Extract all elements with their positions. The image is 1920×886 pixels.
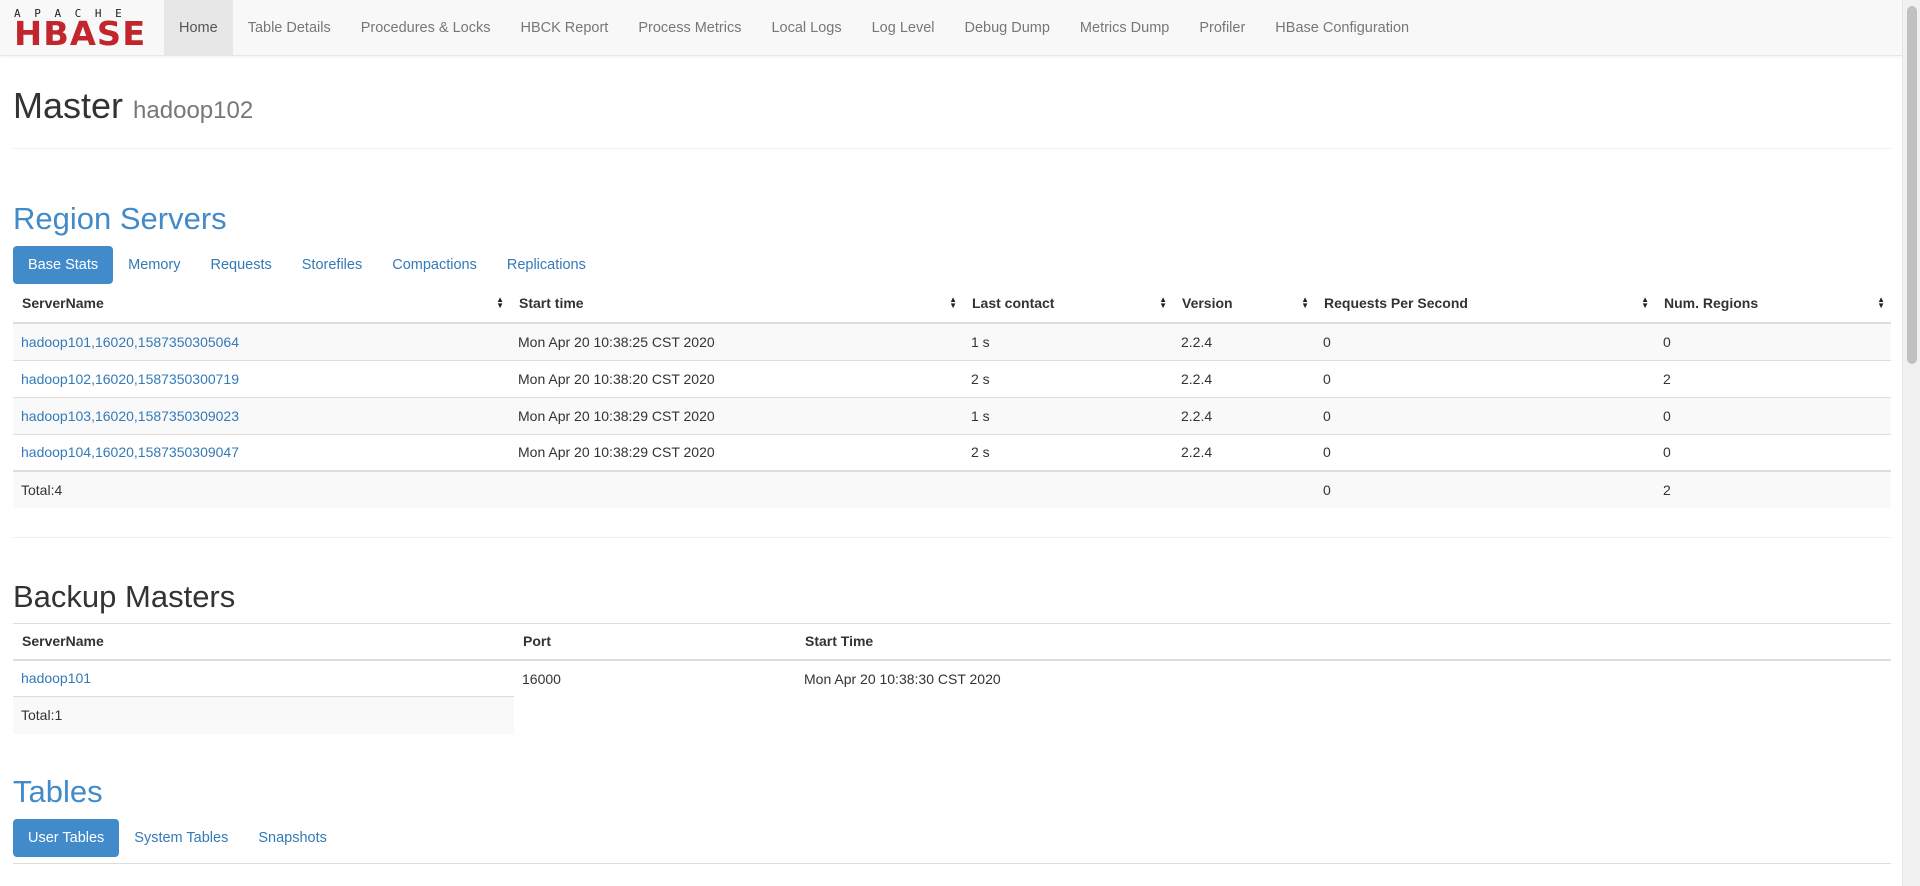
total-row: Total:4 0 2 bbox=[13, 470, 1891, 509]
tab-compactions[interactable]: Compactions bbox=[377, 246, 492, 284]
regions-cell: 0 bbox=[1655, 396, 1891, 435]
col-port: Port bbox=[514, 623, 796, 661]
total-label: Total:4 bbox=[13, 470, 510, 509]
page-title-text: Master bbox=[13, 85, 124, 126]
col-version[interactable]: Version ▲ ▼ bbox=[1173, 284, 1315, 325]
regions-cell: 0 bbox=[1655, 433, 1891, 472]
vertical-scrollbar[interactable] bbox=[1902, 0, 1920, 886]
region-servers-section: Region Servers Base Stats Memory Request… bbox=[13, 201, 1891, 509]
tab-user-tables[interactable]: User Tables bbox=[13, 818, 120, 857]
last-contact-cell: 2 s bbox=[963, 359, 1173, 398]
version-cell: 2.2.4 bbox=[1173, 322, 1315, 361]
nav-profiler[interactable]: Profiler bbox=[1184, 0, 1260, 55]
col-requests-per-second[interactable]: Requests Per Second ▲ ▼ bbox=[1315, 284, 1655, 325]
nav-process-metrics[interactable]: Process Metrics bbox=[623, 0, 756, 55]
start-time-cell: Mon Apr 20 10:38:29 CST 2020 bbox=[510, 433, 963, 472]
col-servername: ServerName bbox=[13, 623, 514, 661]
scrollbar-thumb[interactable] bbox=[1907, 6, 1917, 364]
server-link[interactable]: hadoop101,16020,1587350305064 bbox=[21, 334, 239, 350]
tables-divider bbox=[13, 862, 1891, 864]
sort-icon: ▲ ▼ bbox=[1877, 295, 1885, 311]
tables-tabs: User Tables System Tables Snapshots bbox=[13, 818, 1891, 857]
server-link[interactable]: hadoop103,16020,1587350309023 bbox=[21, 408, 239, 424]
page-title: Master hadoop102 bbox=[13, 86, 1891, 126]
last-contact-cell: 2 s bbox=[963, 433, 1173, 472]
table-header-row: ServerName Port Start Time bbox=[13, 623, 1891, 661]
backup-masters-table: ServerName Port Start Time hadoop101 160… bbox=[13, 623, 1891, 734]
tab-system-tables[interactable]: System Tables bbox=[119, 819, 243, 857]
col-start-time[interactable]: Start time ▲ ▼ bbox=[510, 284, 963, 325]
nav-metrics-dump[interactable]: Metrics Dump bbox=[1065, 0, 1184, 55]
requests-cell: 0 bbox=[1315, 433, 1655, 472]
sort-icon: ▲ ▼ bbox=[949, 295, 957, 311]
last-contact-cell: 1 s bbox=[963, 322, 1173, 361]
nav-menu: Home Table Details Procedures & Locks HB… bbox=[164, 0, 1424, 55]
requests-cell: 0 bbox=[1315, 322, 1655, 361]
server-link[interactable]: hadoop104,16020,1587350309047 bbox=[21, 444, 239, 460]
sort-icon: ▲ ▼ bbox=[1301, 295, 1309, 311]
region-servers-title: Region Servers bbox=[13, 201, 227, 236]
nav-hbck-report[interactable]: HBCK Report bbox=[505, 0, 623, 55]
main-content: Master hadoop102 Region Servers Base Sta… bbox=[13, 56, 1891, 864]
region-servers-table: ServerName ▲ ▼ Start time ▲ ▼ Last contact ▲ ▼… bbox=[13, 284, 1891, 509]
table-row: hadoop101 16000 Mon Apr 20 10:38:30 CST … bbox=[13, 659, 1891, 697]
backup-masters-title: Backup Masters bbox=[13, 579, 236, 615]
tab-replications[interactable]: Replications bbox=[492, 246, 601, 284]
regions-cell: 2 bbox=[1655, 359, 1891, 398]
top-navbar: APACHE HBASE Home Table Details Procedur… bbox=[0, 0, 1902, 56]
master-hostname: hadoop102 bbox=[133, 97, 254, 124]
nav-debug-dump[interactable]: Debug Dump bbox=[949, 0, 1064, 55]
table-row: hadoop102,16020,1587350300719 Mon Apr 20… bbox=[13, 359, 1891, 398]
start-time-cell: Mon Apr 20 10:38:20 CST 2020 bbox=[510, 359, 963, 398]
nav-procedures-locks[interactable]: Procedures & Locks bbox=[346, 0, 506, 55]
total-requests: 0 bbox=[1315, 470, 1655, 509]
col-servername[interactable]: ServerName ▲ ▼ bbox=[13, 284, 510, 325]
tables-section: Tables User Tables System Tables Snapsho… bbox=[13, 773, 1891, 864]
tab-requests[interactable]: Requests bbox=[196, 246, 287, 284]
backup-server-link[interactable]: hadoop101 bbox=[21, 670, 91, 686]
server-link[interactable]: hadoop102,16020,1587350300719 bbox=[21, 371, 239, 387]
nav-log-level[interactable]: Log Level bbox=[857, 0, 950, 55]
version-cell: 2.2.4 bbox=[1173, 433, 1315, 472]
table-row: hadoop103,16020,1587350309023 Mon Apr 20… bbox=[13, 396, 1891, 435]
sort-icon: ▲ ▼ bbox=[1641, 295, 1649, 311]
port-cell: 16000 bbox=[514, 659, 796, 697]
page-header: Master hadoop102 bbox=[13, 56, 1891, 149]
table-row: hadoop104,16020,1587350309047 Mon Apr 20… bbox=[13, 433, 1891, 472]
requests-cell: 0 bbox=[1315, 359, 1655, 398]
col-num-regions[interactable]: Num. Regions ▲ ▼ bbox=[1655, 284, 1891, 325]
table-row: hadoop101,16020,1587350305064 Mon Apr 20… bbox=[13, 322, 1891, 361]
logo-hbase-text: HBASE bbox=[14, 14, 147, 53]
hbase-logo[interactable]: APACHE HBASE bbox=[0, 0, 164, 56]
requests-cell: 0 bbox=[1315, 396, 1655, 435]
sort-icon: ▲ ▼ bbox=[1159, 295, 1167, 311]
table-header-row: ServerName ▲ ▼ Start time ▲ ▼ Last contact ▲ ▼… bbox=[13, 284, 1891, 325]
tab-storefiles[interactable]: Storefiles bbox=[287, 246, 377, 284]
tab-memory[interactable]: Memory bbox=[113, 246, 195, 284]
start-time-cell: Mon Apr 20 10:38:30 CST 2020 bbox=[796, 659, 1891, 697]
backup-masters-section: Backup Masters ServerName Port Start Tim… bbox=[13, 579, 1891, 734]
total-label: Total:1 bbox=[13, 696, 514, 734]
nav-hbase-configuration[interactable]: HBase Configuration bbox=[1260, 0, 1424, 55]
tables-title: Tables bbox=[13, 773, 103, 809]
section-divider bbox=[13, 537, 1891, 539]
nav-home[interactable]: Home bbox=[164, 0, 233, 55]
start-time-cell: Mon Apr 20 10:38:25 CST 2020 bbox=[510, 322, 963, 361]
nav-local-logs[interactable]: Local Logs bbox=[756, 0, 856, 55]
col-last-contact[interactable]: Last contact ▲ ▼ bbox=[963, 284, 1173, 325]
col-start-time: Start Time bbox=[796, 623, 1891, 661]
tab-snapshots[interactable]: Snapshots bbox=[243, 819, 342, 857]
sort-icon: ▲ ▼ bbox=[496, 295, 504, 311]
total-regions: 2 bbox=[1655, 470, 1891, 509]
tab-base-stats[interactable]: Base Stats bbox=[13, 246, 114, 285]
start-time-cell: Mon Apr 20 10:38:29 CST 2020 bbox=[510, 396, 963, 435]
version-cell: 2.2.4 bbox=[1173, 359, 1315, 398]
regions-cell: 0 bbox=[1655, 322, 1891, 361]
region-servers-tabs: Base Stats Memory Requests Storefiles Co… bbox=[13, 246, 1891, 285]
nav-table-details[interactable]: Table Details bbox=[233, 0, 346, 55]
version-cell: 2.2.4 bbox=[1173, 396, 1315, 435]
last-contact-cell: 1 s bbox=[963, 396, 1173, 435]
total-row: Total:1 bbox=[13, 696, 1891, 734]
